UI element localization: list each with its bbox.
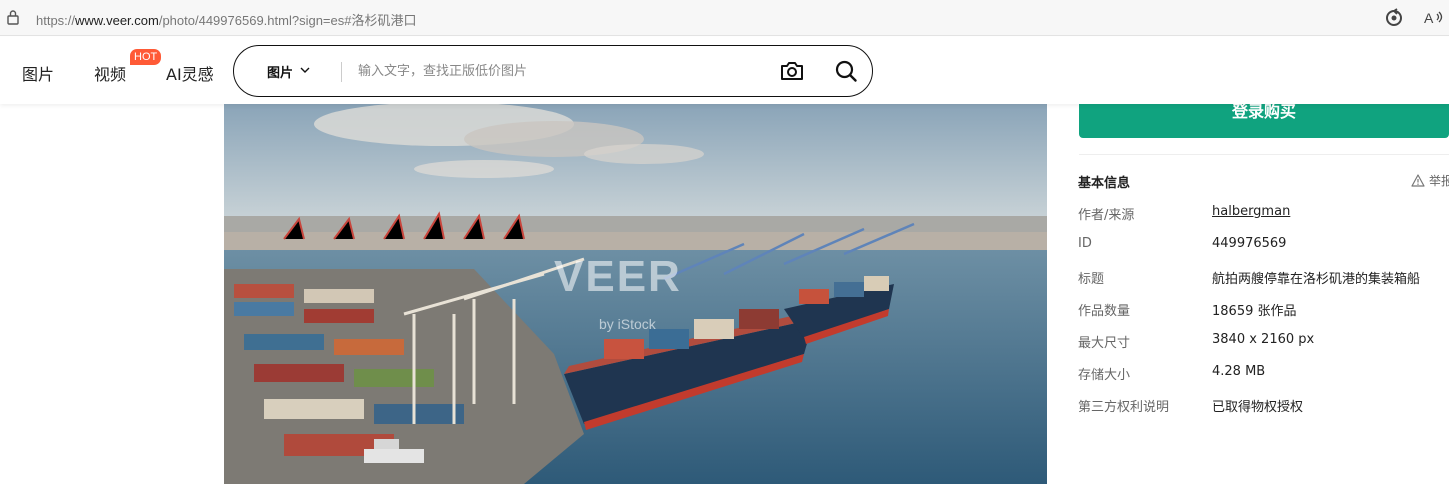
browser-address-bar: https://www.veer.com/photo/449976569.htm… xyxy=(0,0,1449,36)
login-buy-button[interactable]: 登录购买 xyxy=(1079,104,1449,138)
watermark-sub: by iStock xyxy=(599,316,656,332)
nav-item-images[interactable]: 图片 xyxy=(22,61,54,85)
site-header: 图片 视频 HOT AI灵感 图片 xyxy=(0,37,1449,104)
info-value-author: halbergman xyxy=(1212,204,1290,219)
info-value-max-size: 3840 x 2160 px xyxy=(1212,332,1315,347)
warning-icon xyxy=(1411,174,1425,187)
info-label-title: 标题 xyxy=(1078,272,1105,287)
url-prefix: https:// xyxy=(36,13,76,28)
info-value-file-size: 4.28 MB xyxy=(1212,364,1266,379)
info-value-id: 449976569 xyxy=(1212,236,1287,251)
author-link[interactable]: halbergman xyxy=(1212,204,1290,219)
reload-icon[interactable] xyxy=(1384,8,1404,28)
search-type-select[interactable]: 图片 xyxy=(267,62,293,81)
hot-badge: HOT xyxy=(130,49,162,65)
lock-icon[interactable] xyxy=(6,9,20,25)
nav-item-video[interactable]: 视频 xyxy=(94,61,126,85)
chevron-down-icon[interactable] xyxy=(300,66,310,74)
watermark: VEER xyxy=(554,252,682,301)
info-label-max-size: 最大尺寸 xyxy=(1078,336,1131,351)
camera-icon[interactable] xyxy=(779,59,805,83)
search-divider xyxy=(341,62,342,82)
report-link[interactable]: 举报 xyxy=(1411,172,1449,189)
url-host: www.veer.com xyxy=(75,13,159,28)
info-value-title: 航拍两艘停靠在洛杉矶港的集装箱船 xyxy=(1212,272,1421,287)
url-path: /photo/449976569.html?sign=es#洛杉矶港口 xyxy=(158,13,417,28)
info-label-file-size: 存储大小 xyxy=(1078,368,1131,383)
info-label-id: ID xyxy=(1078,236,1092,251)
search-box: 图片 xyxy=(233,45,873,97)
info-value-rights: 已取得物权授权 xyxy=(1212,400,1304,415)
nav-item-ai[interactable]: AI灵感 xyxy=(166,61,214,85)
info-label-count: 作品数量 xyxy=(1078,304,1131,319)
info-label-rights: 第三方权利说明 xyxy=(1078,400,1170,415)
search-icon[interactable] xyxy=(834,59,858,83)
read-aloud-icon[interactable]: A xyxy=(1424,8,1446,28)
svg-text:A: A xyxy=(1424,10,1434,26)
divider xyxy=(1079,154,1449,155)
info-value-count: 18659 张作品 xyxy=(1212,304,1297,319)
search-input[interactable] xyxy=(356,58,756,84)
product-photo[interactable]: VEER by iStock xyxy=(224,104,1047,484)
url-field[interactable]: https://www.veer.com/photo/449976569.htm… xyxy=(36,10,416,29)
info-label-author: 作者/来源 xyxy=(1078,208,1135,223)
report-label: 举报 xyxy=(1429,174,1449,188)
basic-info-title: 基本信息 xyxy=(1078,176,1131,191)
login-buy-label: 登录购买 xyxy=(1231,102,1296,121)
